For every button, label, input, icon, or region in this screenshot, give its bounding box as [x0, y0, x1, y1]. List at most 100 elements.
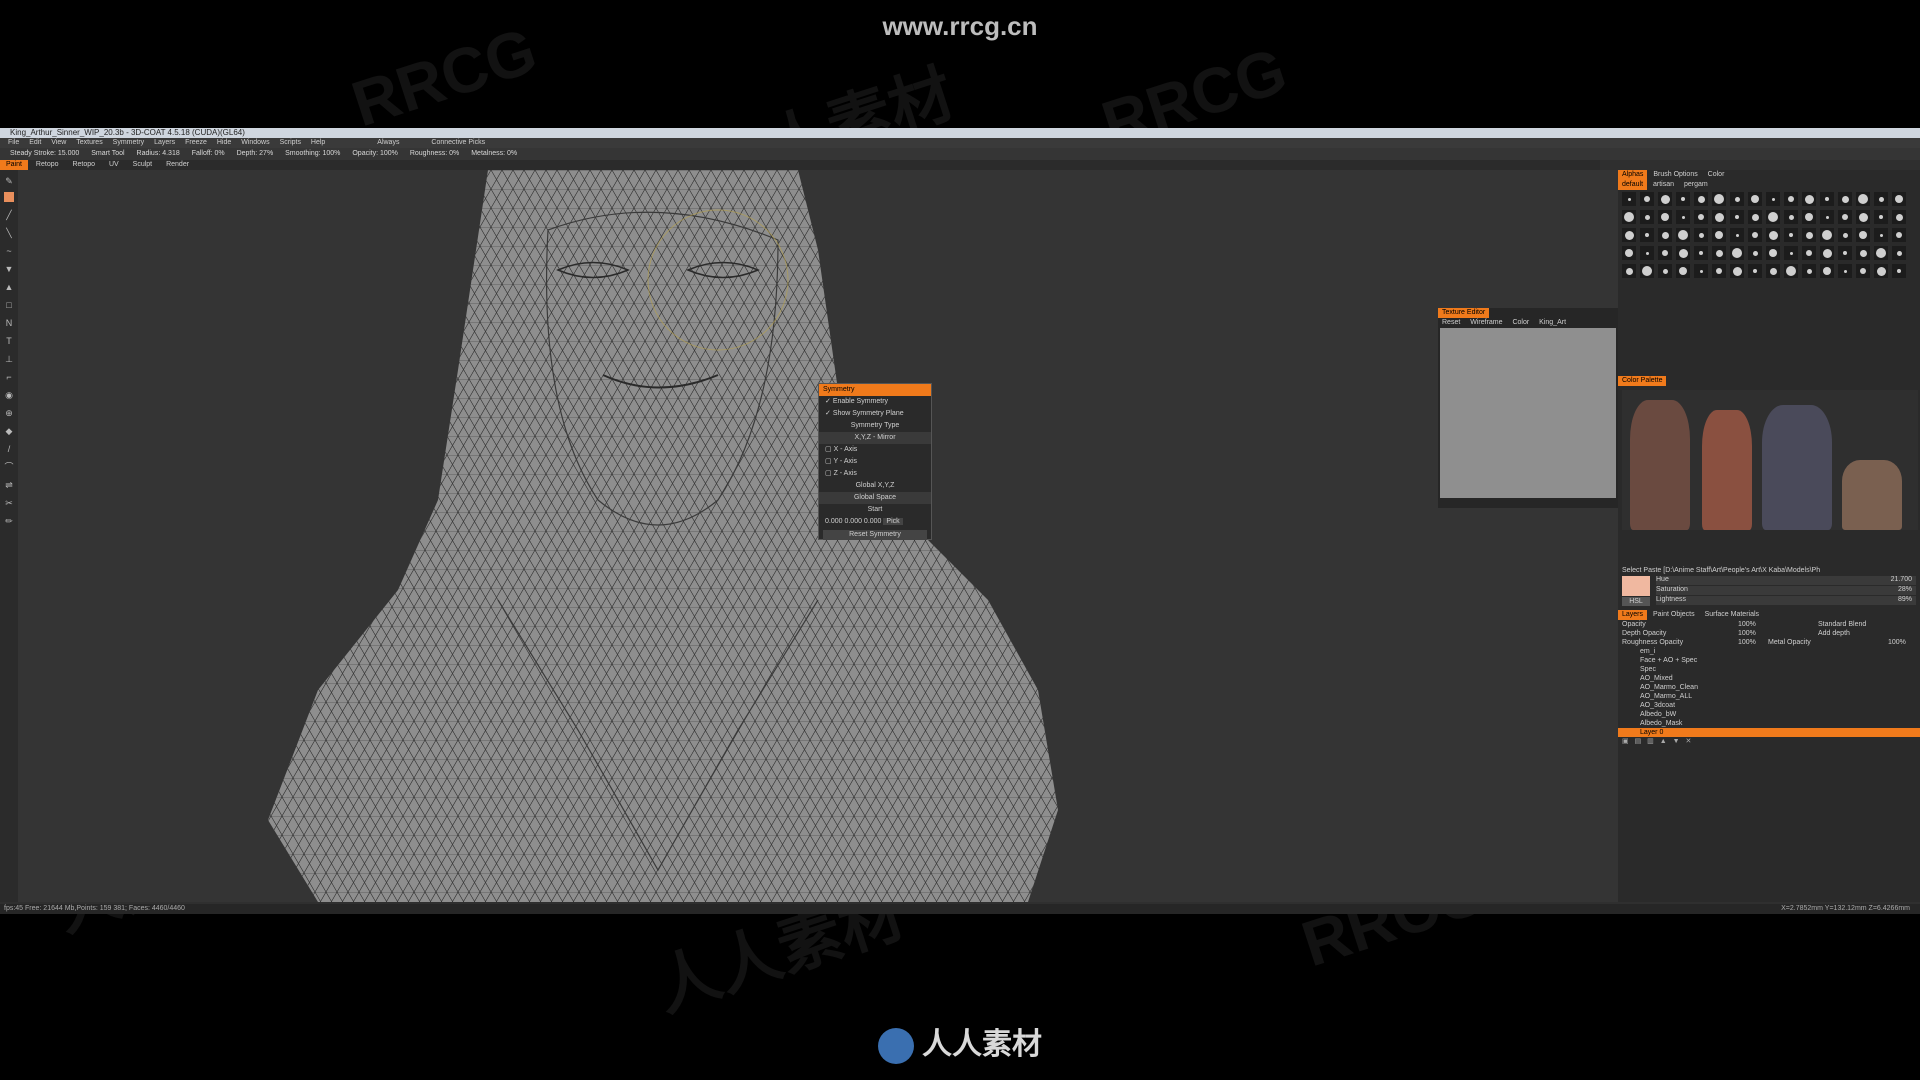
alpha-brush-thumbnail[interactable]	[1892, 264, 1906, 278]
duplicate-layer-icon[interactable]: ▤	[1635, 738, 1644, 745]
alpha-brush-thumbnail[interactable]	[1622, 264, 1636, 278]
enable-symmetry-checkbox[interactable]: ✓ Enable Symmetry	[819, 396, 931, 408]
eyedropper-icon[interactable]: ⌐	[4, 372, 14, 382]
alpha-brush-thumbnail[interactable]	[1640, 228, 1654, 242]
smoothing-field[interactable]: Smoothing: 100%	[285, 150, 340, 157]
alpha-brush-thumbnail[interactable]	[1658, 210, 1672, 224]
depth-field[interactable]: Depth: 27%	[237, 150, 274, 157]
sphere-icon[interactable]: ⊕	[4, 408, 14, 418]
alpha-brush-thumbnail[interactable]	[1622, 210, 1636, 224]
alpha-brush-thumbnail[interactable]	[1802, 246, 1816, 260]
alpha-brush-thumbnail[interactable]	[1658, 264, 1672, 278]
alpha-brush-thumbnail[interactable]	[1802, 192, 1816, 206]
menu-textures[interactable]: Textures	[76, 139, 102, 146]
alpha-brush-thumbnail[interactable]	[1730, 228, 1744, 242]
alpha-brush-thumbnail[interactable]	[1874, 228, 1888, 242]
radius-field[interactable]: Radius: 4.318	[137, 150, 180, 157]
alpha-brush-thumbnail[interactable]	[1712, 210, 1726, 224]
layer-item[interactable]: Face + AO + Spec	[1618, 656, 1920, 665]
layer-item[interactable]: Spec	[1618, 665, 1920, 674]
alpha-brush-thumbnail[interactable]	[1730, 192, 1744, 206]
alpha-brush-thumbnail[interactable]	[1838, 246, 1852, 260]
depth-opacity-row[interactable]: Depth Opacity 100% Add depth	[1618, 629, 1920, 638]
reset-symmetry-button[interactable]: Reset Symmetry	[823, 530, 927, 540]
tab-surface-materials[interactable]: Surface Materials	[1701, 610, 1763, 620]
depth-mode-dropdown[interactable]: Add depth	[1818, 629, 1850, 638]
alpha-brush-thumbnail[interactable]	[1694, 246, 1708, 260]
alpha-brush-thumbnail[interactable]	[1694, 228, 1708, 242]
alpha-brush-thumbnail[interactable]	[1730, 246, 1744, 260]
fill-icon[interactable]: ▼	[4, 264, 14, 274]
alpha-brush-thumbnail[interactable]	[1640, 192, 1654, 206]
symmetry-type-dropdown[interactable]: X,Y,Z - Mirror	[819, 432, 931, 444]
layer-item[interactable]: em_i	[1618, 647, 1920, 656]
layer-item[interactable]: Albedo_Mask	[1618, 719, 1920, 728]
color-swatch[interactable]	[4, 192, 14, 202]
alpha-brush-thumbnail[interactable]	[1748, 228, 1762, 242]
tab-paint-objects[interactable]: Paint Objects	[1649, 610, 1699, 620]
alpha-brush-thumbnail[interactable]	[1658, 246, 1672, 260]
tab-layers[interactable]: Layers	[1618, 610, 1648, 620]
text-icon[interactable]: T	[4, 336, 14, 346]
alpha-brush-thumbnail[interactable]	[1874, 264, 1888, 278]
airbrush-icon[interactable]: ╱	[4, 210, 14, 220]
reference-image-palette[interactable]	[1622, 390, 1918, 530]
alpha-brush-thumbnail[interactable]	[1658, 192, 1672, 206]
alpha-brush-thumbnail[interactable]	[1712, 264, 1726, 278]
alpha-brush-thumbnail[interactable]	[1892, 210, 1906, 224]
alpha-brush-thumbnail[interactable]	[1730, 264, 1744, 278]
tab-color-options[interactable]: Color	[1704, 170, 1729, 180]
hsl-button[interactable]: HSL	[1622, 597, 1650, 606]
tab-uv[interactable]: UV	[103, 160, 125, 170]
menu-freeze[interactable]: Freeze	[185, 139, 207, 146]
alpha-brush-thumbnail[interactable]	[1874, 246, 1888, 260]
knife-icon[interactable]: /	[4, 444, 14, 454]
eraser-icon[interactable]: ◆	[4, 426, 14, 436]
smart-tool-toggle[interactable]: Smart Tool	[91, 150, 124, 157]
alpha-brush-thumbnail[interactable]	[1658, 228, 1672, 242]
pick-button[interactable]: Pick	[883, 518, 903, 525]
alpha-brush-thumbnail[interactable]	[1676, 228, 1690, 242]
alpha-brush-thumbnail[interactable]	[1622, 228, 1636, 242]
pen-icon[interactable]: N	[4, 318, 14, 328]
current-color-swatch[interactable]	[1622, 576, 1650, 596]
alpha-brush-thumbnail[interactable]	[1748, 246, 1762, 260]
ruler-icon[interactable]: ⌒	[4, 462, 14, 472]
alpha-brush-thumbnail[interactable]	[1820, 246, 1834, 260]
alpha-brush-thumbnail[interactable]	[1640, 210, 1654, 224]
alpha-brush-thumbnail[interactable]	[1712, 192, 1726, 206]
alpha-brush-thumbnail[interactable]	[1784, 228, 1798, 242]
alpha-brush-thumbnail[interactable]	[1712, 246, 1726, 260]
alpha-brush-thumbnail[interactable]	[1766, 210, 1780, 224]
alpha-brush-thumbnail[interactable]	[1694, 192, 1708, 206]
alpha-brush-thumbnail[interactable]	[1730, 210, 1744, 224]
opacity-field[interactable]: Opacity: 100%	[352, 150, 398, 157]
alpha-brush-thumbnail[interactable]	[1676, 246, 1690, 260]
alpha-brush-thumbnail[interactable]	[1784, 246, 1798, 260]
alpha-brush-thumbnail[interactable]	[1802, 210, 1816, 224]
x-axis-checkbox[interactable]: ▢ X - Axis	[819, 444, 931, 456]
menu-help[interactable]: Help	[311, 139, 325, 146]
layer-item[interactable]: AO_Marmo_Clean	[1618, 683, 1920, 692]
alpha-brush-thumbnail[interactable]	[1694, 264, 1708, 278]
merge-layer-icon[interactable]: ▥	[1647, 738, 1656, 745]
tab-retopo[interactable]: Retopo	[30, 160, 65, 170]
pencil-icon[interactable]: ✏	[4, 516, 14, 526]
alpha-brush-thumbnail[interactable]	[1856, 228, 1870, 242]
layer-item[interactable]: AO_Mixed	[1618, 674, 1920, 683]
alpha-brush-thumbnail[interactable]	[1676, 192, 1690, 206]
steady-stroke-field[interactable]: Steady Stroke: 15.000	[10, 150, 79, 157]
connective-picks-dropdown[interactable]: Connective Picks	[431, 139, 485, 146]
start-coords-field[interactable]: 0.000 0.000 0.000	[825, 518, 881, 525]
alpha-brush-thumbnail[interactable]	[1640, 264, 1654, 278]
alpha-brush-thumbnail[interactable]	[1856, 246, 1870, 260]
z-axis-checkbox[interactable]: ▢ Z - Axis	[819, 468, 931, 480]
alpha-brush-thumbnail[interactable]	[1838, 210, 1852, 224]
alpha-brush-thumbnail[interactable]	[1856, 192, 1870, 206]
select-icon[interactable]: □	[4, 300, 14, 310]
smudge-icon[interactable]: ~	[4, 246, 14, 256]
tab-alpha-pergam[interactable]: pergam	[1680, 180, 1712, 190]
lightness-slider[interactable]: Lightness 89%	[1656, 596, 1916, 605]
alpha-brush-thumbnail[interactable]	[1748, 264, 1762, 278]
alpha-brush-thumbnail[interactable]	[1676, 210, 1690, 224]
